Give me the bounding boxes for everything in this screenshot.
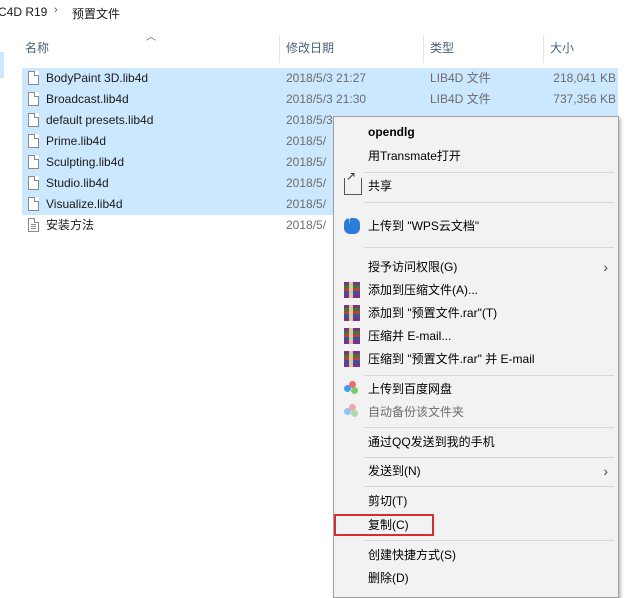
share-icon — [344, 169, 362, 195]
menu-item-label: 发送到(N) — [368, 464, 421, 478]
menu-separator — [364, 457, 614, 458]
file-date: 2018/5/ — [286, 218, 327, 232]
file-icon — [28, 176, 39, 190]
file-date: 2018/5/ — [286, 155, 327, 169]
file-name: Sculpting.lib4d — [46, 155, 125, 169]
breadcrumb-separator-icon[interactable]: › — [54, 4, 58, 16]
file-name: Studio.lib4d — [46, 176, 109, 190]
menu-item-compress-email[interactable]: 压缩并 E-mail... — [334, 325, 618, 347]
menu-item-label: 上传到百度网盘 — [368, 382, 453, 396]
menu-item-copy[interactable]: 复制(C) — [334, 514, 618, 536]
file-date: 2018/5/3 21:30 — [286, 92, 367, 106]
menu-item-label: opendlg — [368, 125, 415, 139]
breadcrumb-current-folder[interactable]: 预置文件 — [72, 5, 120, 22]
file-date: 2018/5/3 21:27 — [286, 71, 367, 85]
menu-separator — [364, 172, 614, 173]
menu-item-send-qq[interactable]: 通过QQ发送到我的手机 — [334, 431, 618, 453]
menu-item-label: 授予访问权限(G) — [368, 260, 458, 274]
file-name: default presets.lib4d — [46, 113, 154, 127]
menu-separator — [364, 540, 614, 541]
file-date: 2018/5/ — [286, 197, 327, 211]
file-icon — [28, 113, 39, 127]
menu-separator — [364, 375, 614, 376]
file-name: BodyPaint 3D.lib4d — [46, 71, 149, 85]
sort-ascending-icon: ︿ — [146, 32, 156, 43]
menu-separator — [364, 202, 614, 203]
file-date: 2018/5/ — [286, 176, 327, 190]
file-name: Prime.lib4d — [46, 134, 107, 148]
file-name: Visualize.lib4d — [46, 197, 123, 211]
menu-item-add-to-archive[interactable]: 添加到压缩文件(A)... — [334, 279, 618, 301]
breadcrumb-root[interactable]: C4D R19 — [0, 5, 47, 19]
breadcrumb: C4D R19 › 预置文件 — [0, 0, 627, 26]
menu-item-grant-access[interactable]: 授予访问权限(G) › — [334, 256, 618, 278]
menu-item-label: 通过QQ发送到我的手机 — [368, 435, 495, 449]
text-file-icon — [28, 218, 39, 232]
submenu-arrow-icon: › — [603, 463, 608, 479]
column-header-name[interactable]: 名称 — [25, 37, 49, 59]
menu-separator — [364, 247, 614, 248]
column-divider[interactable] — [279, 35, 280, 63]
navigation-pane-edge — [0, 26, 8, 588]
menu-item-label: 复制(C) — [368, 518, 409, 532]
menu-item-add-to-rar[interactable]: 添加到 "预置文件.rar"(T) — [334, 302, 618, 324]
context-menu: opendlg 用Transmate打开 共享 上传到 "WPS云文档" 授予访… — [333, 116, 619, 598]
menu-item-label: 添加到 "预置文件.rar"(T) — [368, 306, 498, 320]
column-header-type[interactable]: 类型 — [430, 37, 454, 59]
menu-item-label: 压缩并 E-mail... — [368, 329, 452, 343]
file-row[interactable]: BodyPaint 3D.lib4d 2018/5/3 21:27 LIB4D … — [22, 68, 618, 89]
column-divider[interactable] — [543, 35, 544, 63]
file-type: LIB4D 文件 — [430, 71, 491, 85]
baidu-netdisk-icon — [344, 404, 360, 420]
menu-item-send-to[interactable]: 发送到(N) › — [334, 460, 618, 482]
menu-item-label: 自动备份该文件夹 — [368, 405, 465, 419]
menu-item-upload-baidu[interactable]: 上传到百度网盘 — [334, 378, 618, 400]
column-divider[interactable] — [423, 35, 424, 63]
menu-item-label: 共享 — [368, 179, 393, 193]
file-icon — [28, 155, 39, 169]
submenu-arrow-icon: › — [603, 259, 608, 275]
menu-item-transmate-open[interactable]: 用Transmate打开 — [334, 145, 618, 167]
winrar-icon — [344, 305, 360, 321]
file-icon — [28, 92, 39, 106]
file-icon — [28, 134, 39, 148]
menu-item-label: 删除(D) — [368, 571, 409, 585]
menu-item-label: 创建快捷方式(S) — [368, 548, 456, 562]
file-name: Broadcast.lib4d — [46, 92, 129, 106]
winrar-icon — [344, 328, 360, 344]
file-row[interactable]: Broadcast.lib4d 2018/5/3 21:30 LIB4D 文件 … — [22, 89, 618, 110]
menu-item-share[interactable]: 共享 — [334, 169, 618, 197]
menu-separator — [364, 486, 614, 487]
column-header-date[interactable]: 修改日期 — [286, 37, 334, 59]
column-header-size[interactable]: 大小 — [550, 37, 574, 59]
file-icon — [28, 197, 39, 211]
menu-item-label: 用Transmate打开 — [368, 149, 461, 163]
menu-item-label: 压缩到 "预置文件.rar" 并 E-mail — [368, 352, 535, 366]
menu-item-compress-rar-email[interactable]: 压缩到 "预置文件.rar" 并 E-mail — [334, 348, 618, 370]
menu-item-label: 剪切(T) — [368, 494, 408, 508]
menu-item-label: 添加到压缩文件(A)... — [368, 283, 478, 297]
menu-item-opendlg[interactable]: opendlg — [334, 121, 618, 143]
menu-item-label: 上传到 "WPS云文档" — [368, 219, 480, 233]
file-name: 安装方法 — [46, 218, 95, 232]
file-date: 2018/5/3 — [286, 113, 333, 127]
menu-item-create-shortcut[interactable]: 创建快捷方式(S) — [334, 544, 618, 566]
menu-item-auto-backup: 自动备份该文件夹 — [334, 401, 618, 423]
menu-item-delete[interactable]: 删除(D) — [334, 567, 618, 589]
file-date: 2018/5/ — [286, 134, 327, 148]
menu-item-upload-wps[interactable]: 上传到 "WPS云文档" — [334, 215, 618, 237]
file-size: 737,356 KB — [553, 92, 616, 106]
navigation-pane-selection — [0, 52, 4, 78]
file-icon — [28, 71, 39, 85]
menu-separator — [364, 427, 614, 428]
menu-item-cut[interactable]: 剪切(T) — [334, 490, 618, 512]
winrar-icon — [344, 351, 360, 367]
file-size: 218,041 KB — [553, 71, 616, 85]
wps-cloud-icon — [344, 215, 360, 234]
file-type: LIB4D 文件 — [430, 92, 491, 106]
winrar-icon — [344, 282, 360, 298]
baidu-netdisk-icon — [344, 381, 360, 397]
